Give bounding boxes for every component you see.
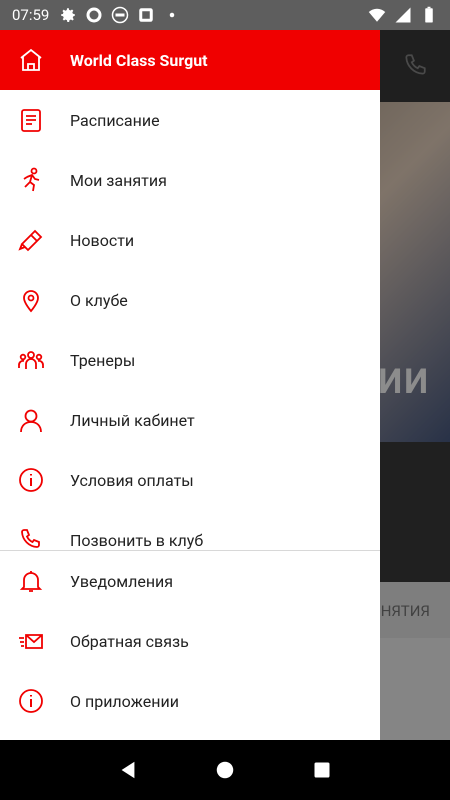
home-icon[interactable] — [211, 756, 239, 784]
menu-label: Тренеры — [70, 350, 136, 370]
menu-label: О приложении — [70, 691, 179, 711]
app-notification-icon — [85, 6, 103, 24]
navigation-drawer: World Class Surgut Расписание Мои заняти… — [0, 30, 380, 740]
status-time: 07:59 — [12, 6, 50, 24]
info-icon — [18, 467, 44, 493]
battery-icon — [420, 6, 438, 24]
menu-label: Уведомления — [70, 571, 174, 591]
drawer-title: World Class Surgut — [70, 50, 208, 70]
signal-icon — [394, 6, 412, 24]
user-profile-icon — [18, 407, 44, 433]
back-icon[interactable] — [114, 756, 142, 784]
menu-item-call-club[interactable]: Позвонить в клуб — [0, 510, 380, 550]
dot-icon — [163, 6, 181, 24]
menu-item-account[interactable]: Личный кабинет — [0, 390, 380, 450]
info-icon — [18, 688, 44, 714]
envelope-icon — [18, 628, 44, 654]
menu-item-schedule[interactable]: Расписание — [0, 90, 380, 150]
menu-bottom: Уведомления Обратная связь О приложении — [0, 551, 380, 731]
menu-label: Условия оплаты — [70, 470, 194, 490]
settings-icon — [59, 6, 77, 24]
menu-item-feedback[interactable]: Обратная связь — [0, 611, 380, 671]
menu-item-my-classes[interactable]: Мои занятия — [0, 150, 380, 210]
menu-item-trainers[interactable]: Тренеры — [0, 330, 380, 390]
location-pin-icon — [18, 287, 44, 313]
menu-item-about-app[interactable]: О приложении — [0, 671, 380, 731]
menu-label: Личный кабинет — [70, 410, 195, 430]
app-notification-icon-2 — [137, 6, 155, 24]
megaphone-icon — [18, 227, 44, 253]
people-icon — [18, 347, 44, 373]
phone-icon — [18, 527, 44, 550]
menu-item-about-club[interactable]: О клубе — [0, 270, 380, 330]
menu-item-notifications[interactable]: Уведомления — [0, 551, 380, 611]
schedule-icon — [18, 107, 44, 133]
bell-icon — [18, 568, 44, 594]
building-icon — [18, 47, 44, 73]
running-person-icon — [18, 167, 44, 193]
menu-label: О клубе — [70, 290, 128, 310]
status-bar: 07:59 — [0, 0, 450, 30]
menu-item-payment-terms[interactable]: Условия оплаты — [0, 450, 380, 510]
system-nav-bar — [0, 740, 450, 800]
recents-icon[interactable] — [308, 756, 336, 784]
menu-main: Расписание Мои занятия Новости О клубе Т… — [0, 90, 380, 550]
drawer-scrim[interactable] — [380, 30, 450, 740]
menu-label: Новости — [70, 230, 135, 250]
menu-label: Мои занятия — [70, 170, 167, 190]
menu-item-news[interactable]: Новости — [0, 210, 380, 270]
menu-label: Расписание — [70, 110, 160, 130]
menu-label: Обратная связь — [70, 631, 189, 651]
menu-label: Позвонить в клуб — [70, 530, 204, 550]
wifi-icon — [368, 6, 386, 24]
mpc-notification-icon — [111, 6, 129, 24]
drawer-header: World Class Surgut — [0, 30, 380, 90]
